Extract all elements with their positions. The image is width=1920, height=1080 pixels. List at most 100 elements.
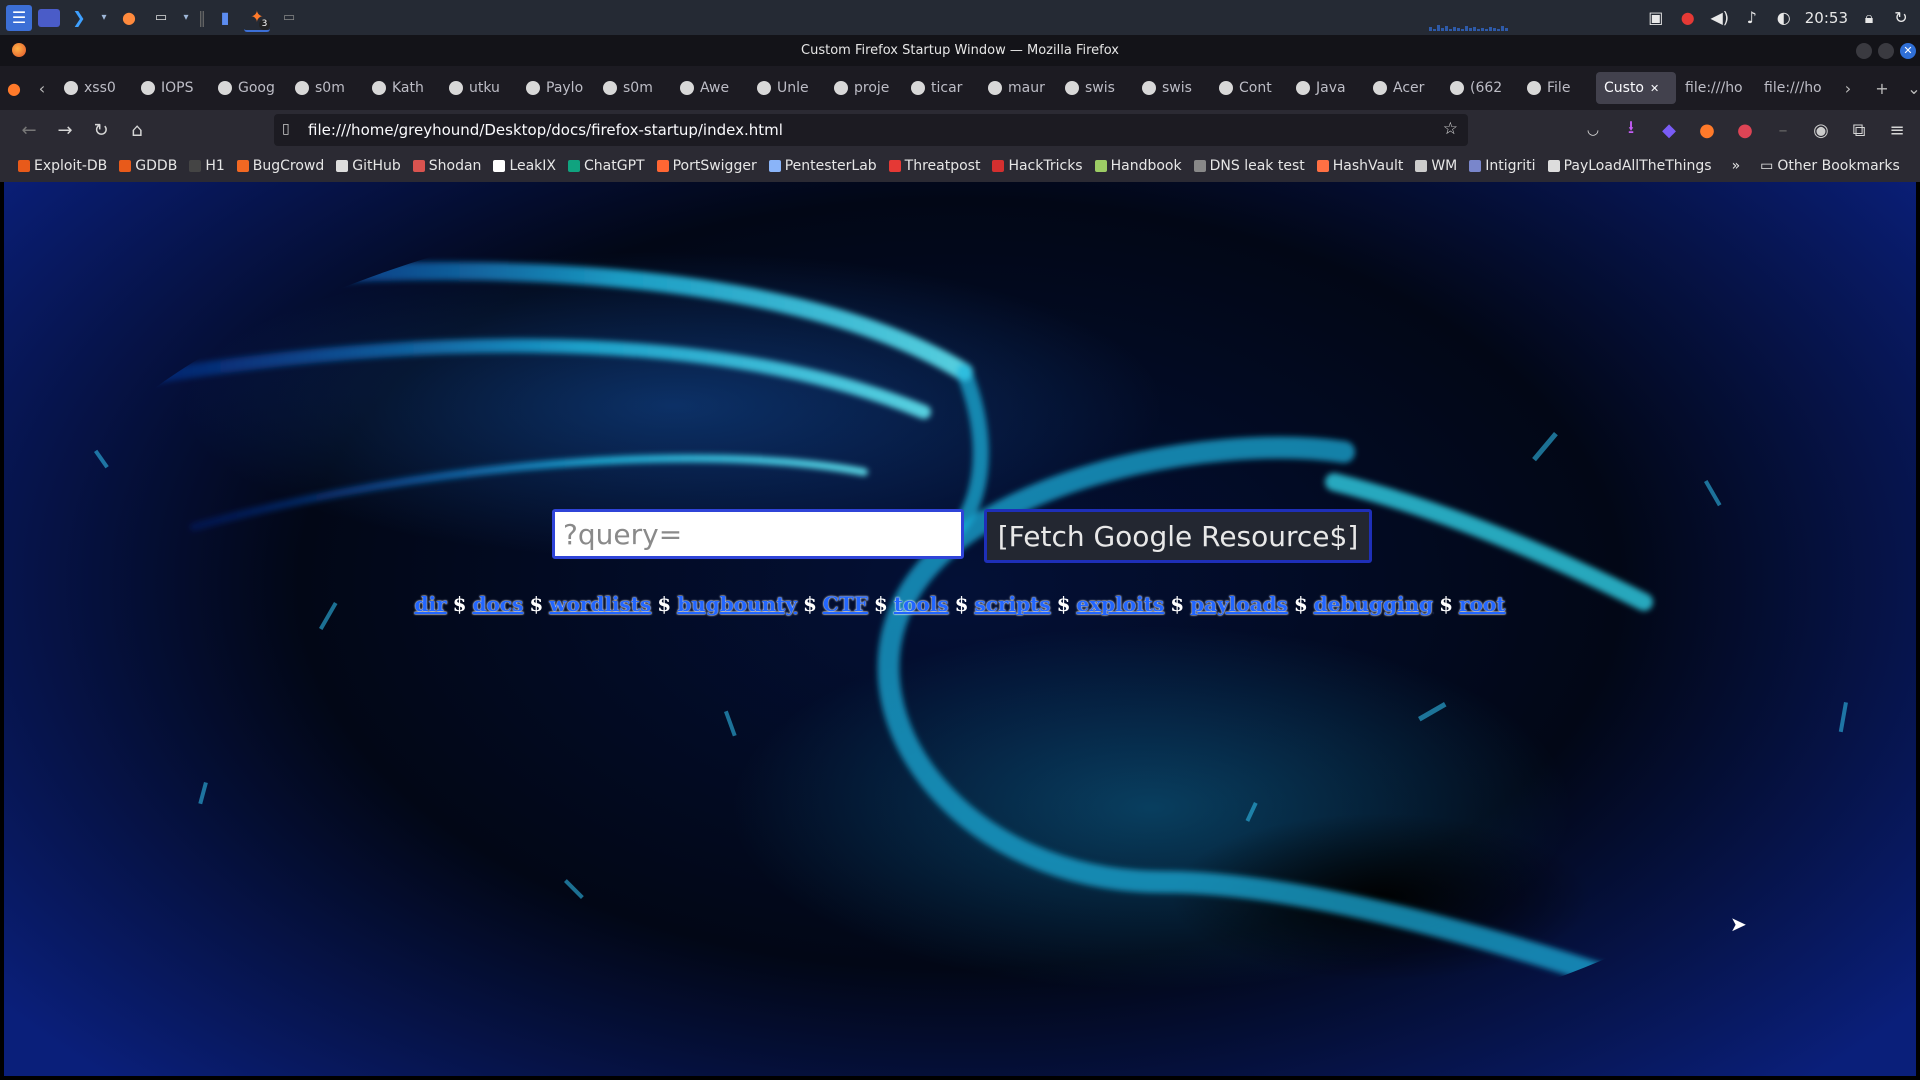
bookmark-star-icon[interactable]: ☆ — [1443, 119, 1458, 139]
terminal-icon[interactable]: ▭ — [148, 5, 174, 31]
firefox-view-icon[interactable]: ● — [0, 72, 28, 104]
maximize-button[interactable] — [1878, 43, 1894, 59]
chevron-down-icon[interactable]: ▾ — [180, 5, 192, 31]
tab-scroll-left-button[interactable]: ‹ — [28, 72, 56, 104]
tab[interactable]: Goog — [210, 72, 286, 104]
window-icon[interactable]: ▭ — [276, 5, 302, 31]
home-button[interactable]: ⌂ — [120, 114, 154, 146]
bookmark-item[interactable]: PortSwigger — [651, 158, 763, 174]
bookmark-item[interactable]: GitHub — [330, 158, 407, 174]
close-button[interactable]: ✕ — [1900, 43, 1916, 59]
tab[interactable]: swis — [1057, 72, 1133, 104]
bell-icon[interactable]: ♪ — [1741, 8, 1763, 27]
extensions-icon[interactable]: ⧉ — [1842, 114, 1876, 146]
bookmark-item[interactable]: Threatpost — [883, 158, 987, 174]
bookmark-item[interactable]: GDDB — [113, 158, 183, 174]
tab[interactable]: Cont — [1211, 72, 1287, 104]
bookmarks-overflow-icon[interactable]: » — [1726, 158, 1747, 174]
bookmark-item[interactable]: Handbook — [1089, 158, 1188, 174]
quick-link[interactable]: scripts — [975, 592, 1051, 616]
tab-active[interactable]: Custo ✕ — [1596, 72, 1676, 104]
other-bookmarks[interactable]: ▭ Other Bookmarks — [1754, 158, 1906, 174]
tab[interactable]: swis — [1134, 72, 1210, 104]
logout-icon[interactable]: ↻ — [1890, 8, 1912, 27]
tab[interactable]: proje — [826, 72, 902, 104]
bookmark-item[interactable]: PentesterLab — [763, 158, 883, 174]
pocket-icon[interactable]: ◡ — [1576, 114, 1610, 146]
fetch-google-button[interactable]: [Fetch Google Resource$] — [984, 509, 1372, 563]
bookmark-item[interactable]: PayLoadAllTheThings — [1542, 158, 1718, 174]
quick-link[interactable]: exploits — [1077, 592, 1165, 616]
extension-icon[interactable]: ● — [1728, 114, 1762, 146]
bookmark-item[interactable]: LeakIX — [487, 158, 562, 174]
close-tab-icon[interactable]: ✕ — [1650, 82, 1659, 95]
chevron-down-icon[interactable]: ▾ — [98, 5, 110, 31]
minimize-button[interactable] — [1856, 43, 1872, 59]
bookmark-item[interactable]: Intigriti — [1463, 158, 1541, 174]
tab[interactable]: Kath — [364, 72, 440, 104]
quick-link[interactable]: CTF — [823, 592, 868, 616]
quick-link[interactable]: debugging — [1314, 592, 1433, 616]
tab[interactable]: Paylo — [518, 72, 594, 104]
tab[interactable]: Acer — [1365, 72, 1441, 104]
extension-icon[interactable]: – — [1766, 114, 1800, 146]
bookmark-item[interactable]: WM — [1409, 158, 1463, 174]
quick-link[interactable]: dir — [415, 592, 447, 616]
quick-link[interactable]: root — [1459, 592, 1505, 616]
clock[interactable]: 20:53 — [1805, 9, 1848, 27]
screen-icon[interactable]: ▣ — [1645, 8, 1667, 27]
tab[interactable]: s0m — [595, 72, 671, 104]
tab[interactable]: utku — [441, 72, 517, 104]
tab[interactable]: maur — [980, 72, 1056, 104]
bookmark-item[interactable]: Shodan — [407, 158, 488, 174]
new-tab-button[interactable]: + — [1868, 72, 1896, 104]
quick-link[interactable]: bugbounty — [677, 592, 797, 616]
microphone-icon[interactable]: ● — [1677, 8, 1699, 27]
extension-icon[interactable]: ◉ — [1804, 114, 1838, 146]
bookmark-item[interactable]: Exploit-DB — [12, 158, 113, 174]
menu-icon[interactable]: ≡ — [1880, 114, 1914, 146]
bookmark-item[interactable]: HackTricks — [986, 158, 1088, 174]
bookmark-item[interactable]: BugCrowd — [231, 158, 331, 174]
bookmark-item[interactable]: ChatGPT — [562, 158, 651, 174]
list-all-tabs-button[interactable]: ⌄ — [1900, 72, 1920, 104]
downloads-icon[interactable]: ⭳ — [1614, 114, 1648, 146]
quick-link[interactable]: payloads — [1190, 592, 1288, 616]
volume-icon[interactable]: ◀) — [1709, 8, 1731, 27]
tab[interactable]: ticar — [903, 72, 979, 104]
tab[interactable]: xss0 — [56, 72, 132, 104]
reload-button[interactable]: ↻ — [84, 114, 118, 146]
query-input[interactable] — [552, 509, 964, 559]
tab[interactable]: file:///ho — [1756, 72, 1834, 104]
desktop-icon[interactable] — [38, 8, 60, 27]
url-text[interactable]: file:///home/greyhound/Desktop/docs/fire… — [308, 121, 783, 139]
quick-link[interactable]: tools — [894, 592, 949, 616]
github-icon — [988, 81, 1002, 95]
quick-link[interactable]: docs — [473, 592, 524, 616]
extension-icon[interactable]: ◆ — [1652, 114, 1686, 146]
lock-icon[interactable]: 🔒︎ — [1858, 8, 1880, 28]
vscode-icon[interactable]: ❯ — [66, 5, 92, 31]
tab[interactable]: file:///ho — [1677, 72, 1755, 104]
tab[interactable]: IOPS — [133, 72, 209, 104]
tab[interactable]: s0m — [287, 72, 363, 104]
tab-scroll-right-button[interactable]: › — [1834, 72, 1862, 104]
tab[interactable]: (662 — [1442, 72, 1518, 104]
bookmark-item[interactable]: HashVault — [1311, 158, 1410, 174]
quick-link[interactable]: wordlists — [549, 592, 651, 616]
bookmark-item[interactable]: H1 — [183, 158, 230, 174]
extension-icon[interactable]: ● — [1690, 114, 1724, 146]
tab[interactable]: Java — [1288, 72, 1364, 104]
kali-menu-icon[interactable]: ☰ — [6, 4, 32, 31]
power-status-icon[interactable]: ◐ — [1773, 8, 1795, 27]
files-icon[interactable]: ▮ — [212, 5, 238, 31]
tab[interactable]: File — [1519, 72, 1595, 104]
url-bar[interactable]: ▯ file:///home/greyhound/Desktop/docs/fi… — [274, 114, 1468, 146]
burp-icon[interactable]: ✦ 3 — [244, 4, 270, 32]
bookmark-item[interactable]: DNS leak test — [1188, 158, 1311, 174]
firefox-icon[interactable]: ● — [116, 5, 142, 31]
tab[interactable]: Unle — [749, 72, 825, 104]
forward-button[interactable]: → — [48, 114, 82, 146]
tab[interactable]: Awe — [672, 72, 748, 104]
back-button[interactable]: ← — [12, 114, 46, 146]
